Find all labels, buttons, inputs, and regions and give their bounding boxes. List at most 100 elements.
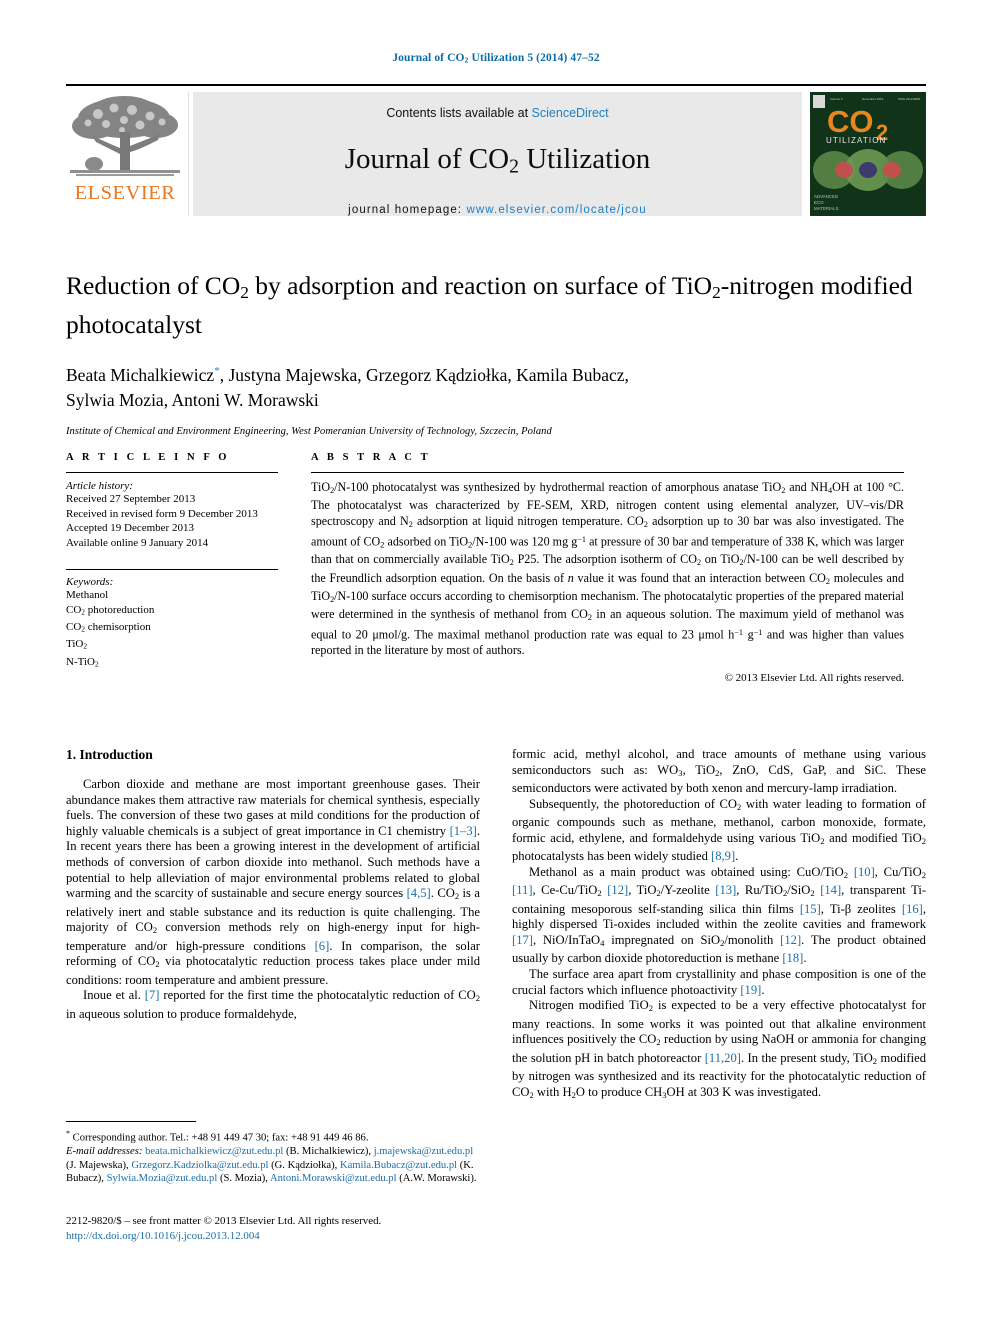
svg-text:ADVANCED: ADVANCED bbox=[814, 194, 838, 199]
elsevier-logo: ELSEVIER bbox=[66, 92, 189, 216]
keyword-item: CO2 photoreduction bbox=[66, 603, 155, 617]
citation-link[interactable]: [18] bbox=[782, 951, 803, 965]
email-addresses-note: E-mail addresses: beata.michalkiewicz@zu… bbox=[66, 1145, 480, 1186]
body-columns: 1. Introduction Carbon dioxide and metha… bbox=[66, 747, 926, 1103]
contents-line: Contents lists available at ScienceDirec… bbox=[193, 92, 802, 120]
author-name-primary: Beata Michalkiewicz bbox=[66, 364, 215, 385]
running-head-text: Journal of CO2 Utilization 5 (2014) 47–5… bbox=[392, 52, 600, 65]
keyword-item: Methanol bbox=[66, 589, 109, 602]
email-owner: (S. Mozia), bbox=[219, 1173, 268, 1185]
citation-link[interactable]: [15] bbox=[800, 902, 821, 916]
paragraph: Carbon dioxide and methane are most impo… bbox=[66, 777, 481, 987]
email-owner: (J. Majewska), bbox=[66, 1159, 129, 1171]
article-info-column: A R T I C L E I N F O Article history: R… bbox=[66, 452, 311, 684]
svg-text:UTILIZATION: UTILIZATION bbox=[826, 136, 886, 145]
citation-link[interactable]: [14] bbox=[820, 883, 841, 897]
svg-text:CO: CO bbox=[827, 104, 874, 139]
journal-homepage-line: journal homepage: www.elsevier.com/locat… bbox=[193, 204, 802, 216]
paper-page: Journal of CO2 Utilization 5 (2014) 47–5… bbox=[0, 0, 992, 1323]
homepage-label: journal homepage: bbox=[348, 204, 467, 217]
info-abstract-region: A R T I C L E I N F O Article history: R… bbox=[66, 452, 926, 684]
paragraph: Inoue et al. [7] reported for the first … bbox=[66, 988, 481, 1021]
article-info-heading: A R T I C L E I N F O bbox=[66, 452, 230, 463]
article-history-item: Received in revised form 9 December 2013 bbox=[66, 507, 258, 520]
divider bbox=[311, 472, 904, 473]
corresponding-author-text: Corresponding author. Tel.: +48 91 449 4… bbox=[72, 1132, 369, 1144]
footnote-block: * Corresponding author. Tel.: +48 91 449… bbox=[66, 1121, 480, 1186]
author-names-rest: , Justyna Majewska, Grzegorz Kądziołka, … bbox=[219, 364, 629, 385]
author-list: Beata Michalkiewicz*, Justyna Majewska, … bbox=[66, 359, 926, 413]
citation-link[interactable]: [12] bbox=[607, 883, 628, 897]
journal-title: Journal of CO2 Utilization bbox=[344, 143, 651, 178]
running-head: Journal of CO2 Utilization 5 (2014) 47–5… bbox=[0, 52, 992, 65]
citation-link[interactable]: [11] bbox=[512, 883, 533, 897]
email-label: E-mail addresses: bbox=[66, 1146, 143, 1158]
citation-link[interactable]: [17] bbox=[512, 933, 533, 947]
keyword-item: N-TiO2 bbox=[66, 655, 99, 669]
svg-text:Volume 5: Volume 5 bbox=[830, 97, 843, 101]
svg-text:ISSN 2212-9820: ISSN 2212-9820 bbox=[898, 97, 921, 101]
corresponding-author-note: * Corresponding author. Tel.: +48 91 449… bbox=[66, 1127, 480, 1145]
paragraph: formic acid, methyl alcohol, and trace a… bbox=[512, 747, 926, 796]
author-names-line2: Sylwia Mozia, Antoni W. Morawski bbox=[66, 389, 319, 410]
citation-link[interactable]: [12] bbox=[780, 933, 801, 947]
email-owner: (G. Kądziołka), bbox=[271, 1159, 338, 1171]
masthead-center: Contents lists available at ScienceDirec… bbox=[193, 92, 802, 216]
keyword-item: CO2 chemisorption bbox=[66, 621, 151, 634]
abstract-text: TiO2/N-100 photocatalyst was synthesized… bbox=[311, 480, 905, 658]
email-link[interactable]: Antoni.Morawski@zut.edu.pl bbox=[270, 1173, 397, 1184]
elsevier-wordmark: ELSEVIER bbox=[74, 182, 176, 204]
elsevier-tree-icon bbox=[66, 92, 184, 184]
citation-link[interactable]: [16] bbox=[902, 902, 923, 916]
citation-link[interactable]: [11,20] bbox=[705, 1051, 741, 1065]
article-history-label: Article history: bbox=[66, 480, 133, 492]
article-history-item: Accepted 19 December 2013 bbox=[66, 522, 194, 535]
body-column-right: formic acid, methyl alcohol, and trace a… bbox=[512, 747, 926, 1103]
keyword-item: TiO2 bbox=[66, 638, 88, 652]
citation-link[interactable]: [13] bbox=[715, 883, 736, 897]
email-owner: (A.W. Morawski). bbox=[399, 1173, 477, 1185]
citation-link[interactable]: [8,9] bbox=[711, 849, 735, 863]
title-block: Reduction of CO2 by adsorption and react… bbox=[66, 270, 926, 437]
journal-cover-thumbnail: Volume 5 December 2014 ISSN 2212-9820 CO… bbox=[810, 92, 926, 216]
divider bbox=[66, 472, 278, 473]
homepage-url-link[interactable]: www.elsevier.com/locate/jcou bbox=[466, 204, 646, 216]
citation-link[interactable]: [19] bbox=[740, 983, 761, 997]
keywords-label: Keywords: bbox=[66, 576, 114, 589]
email-owner: (B. Michalkiewicz), bbox=[286, 1146, 372, 1158]
email-link[interactable]: Sylwia.Mozia@zut.edu.pl bbox=[107, 1173, 218, 1184]
keywords-block: Keywords: Methanol CO2 photoreduction CO… bbox=[66, 569, 311, 672]
citation-link[interactable]: [7] bbox=[145, 988, 160, 1002]
section-heading-introduction: 1. Introduction bbox=[66, 747, 153, 762]
affiliation: Institute of Chemical and Environment En… bbox=[66, 425, 552, 437]
sciencedirect-link[interactable]: ScienceDirect bbox=[532, 106, 609, 120]
svg-text:December 2014: December 2014 bbox=[862, 97, 884, 101]
svg-text:MATERIALS: MATERIALS bbox=[814, 206, 839, 211]
issn-line: 2212-9820/$ – see front matter © 2013 El… bbox=[66, 1215, 382, 1227]
svg-text:ECO: ECO bbox=[814, 200, 824, 205]
paragraph: The surface area apart from crystallinit… bbox=[512, 966, 926, 997]
article-history-item: Received 27 September 2013 bbox=[66, 493, 196, 505]
article-history-item: Available online 9 January 2014 bbox=[66, 536, 209, 549]
paragraph: Methanol as a main product was obtained … bbox=[512, 864, 927, 966]
paragraph: Subsequently, the photoreduction of CO2 … bbox=[512, 796, 927, 864]
abstract-column: A B S T R A C T TiO2/N-100 photocatalyst… bbox=[311, 452, 926, 684]
citation-link[interactable]: [10] bbox=[854, 865, 875, 879]
copyright-line: © 2013 Elsevier Ltd. All rights reserved… bbox=[724, 671, 904, 684]
footnote-divider bbox=[66, 1121, 196, 1122]
body-column-left: 1. Introduction Carbon dioxide and metha… bbox=[66, 747, 480, 1103]
citation-link[interactable]: [6] bbox=[315, 939, 330, 953]
imprint-block: 2212-9820/$ – see front matter © 2013 El… bbox=[66, 1214, 536, 1243]
doi-link[interactable]: http://dx.doi.org/10.1016/j.jcou.2013.12… bbox=[66, 1229, 536, 1244]
divider bbox=[66, 569, 278, 571]
email-link[interactable]: Kamila.Bubacz@zut.edu.pl bbox=[340, 1160, 457, 1171]
email-link[interactable]: Grzegorz.Kadziolka@zut.edu.pl bbox=[131, 1160, 268, 1171]
citation-link[interactable]: [4,5] bbox=[407, 886, 431, 900]
citation-link[interactable]: [1–3] bbox=[450, 824, 477, 838]
abstract-heading: A B S T R A C T bbox=[311, 452, 431, 463]
paragraph: Nitrogen modified TiO2 is expected to be… bbox=[512, 998, 926, 1100]
contents-prefix: Contents lists available at bbox=[386, 106, 532, 120]
email-link[interactable]: beata.michalkiewicz@zut.edu.pl bbox=[145, 1146, 283, 1157]
email-link[interactable]: j.majewska@zut.edu.pl bbox=[374, 1146, 473, 1157]
asterisk-icon: * bbox=[66, 1129, 70, 1138]
